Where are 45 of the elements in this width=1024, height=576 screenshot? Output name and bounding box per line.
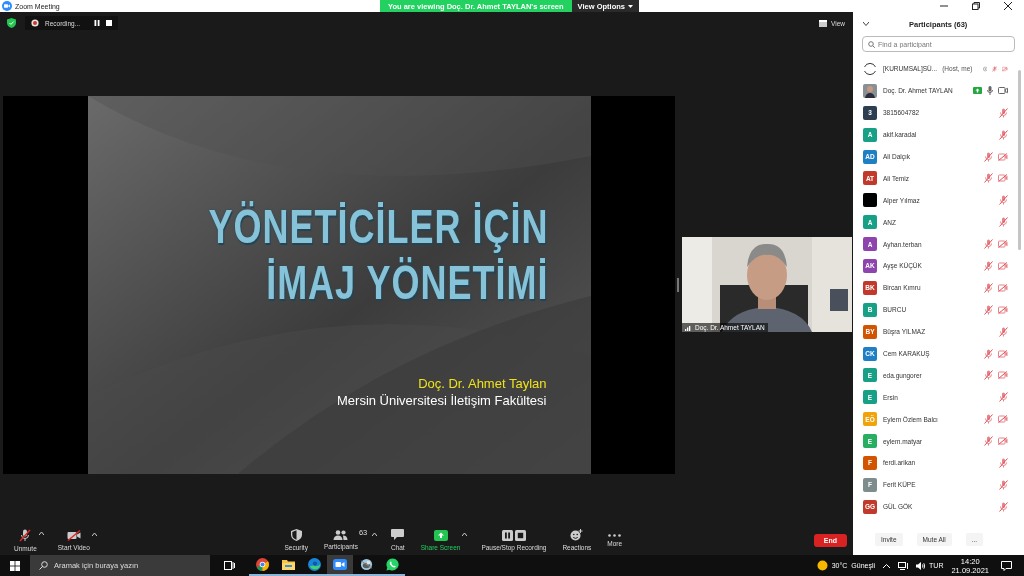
caret-icon[interactable] <box>38 531 44 535</box>
network-icon[interactable] <box>898 561 909 570</box>
search-icon <box>868 40 875 48</box>
video-off-icon <box>66 529 81 541</box>
chrome-taskbar-button[interactable] <box>249 555 275 576</box>
shield-icon[interactable] <box>7 18 16 28</box>
chrome-icon <box>255 558 269 571</box>
windows-start-icon[interactable] <box>10 560 20 571</box>
pause-stop-icon <box>501 529 526 541</box>
close-icon[interactable] <box>1004 2 1012 10</box>
collapse-icon[interactable] <box>863 22 869 26</box>
caret-icon[interactable] <box>371 533 377 536</box>
search-icon <box>39 561 48 570</box>
slide-affiliation: Mersin Üniversitesi İletişim Fakültesi <box>337 392 547 408</box>
caret-icon[interactable] <box>462 532 468 536</box>
whatsapp-taskbar-button[interactable] <box>379 555 405 576</box>
zoom-taskbar-button[interactable] <box>327 555 353 576</box>
pause-icon[interactable] <box>94 20 101 26</box>
stop-icon[interactable] <box>106 20 113 26</box>
chevron-up-icon[interactable] <box>883 563 891 568</box>
caret-icon <box>627 4 633 8</box>
shield-icon <box>290 529 302 541</box>
speaker-icon[interactable] <box>916 561 926 570</box>
task-view-icon[interactable] <box>224 561 235 570</box>
slide-title: İMAJ YÖNETİMİ <box>266 254 549 311</box>
sun-icon[interactable] <box>816 560 828 571</box>
muted-mic-icon <box>19 528 32 542</box>
chat-bubble-icon <box>391 529 405 541</box>
restore-icon[interactable] <box>972 2 980 10</box>
people-icon <box>333 530 349 540</box>
signal-icon <box>685 324 692 331</box>
caret-icon[interactable] <box>91 532 97 536</box>
more-dots-icon <box>608 533 622 537</box>
share-screen-icon <box>433 529 448 541</box>
smiley-plus-icon <box>570 529 584 541</box>
recording-dot-icon <box>31 19 39 27</box>
slide-title: YÖNETİCİLER İÇİN <box>208 198 549 255</box>
edge-icon <box>307 558 321 571</box>
video-camera-icon <box>333 559 347 570</box>
slide-author: Doç. Dr. Ahmet Taylan <box>418 375 547 391</box>
minimize-icon[interactable] <box>940 2 948 10</box>
notification-icon[interactable] <box>1001 560 1012 571</box>
folder-icon <box>281 559 295 570</box>
view-grid-icon[interactable] <box>819 19 827 27</box>
whatsapp-icon <box>385 558 399 571</box>
